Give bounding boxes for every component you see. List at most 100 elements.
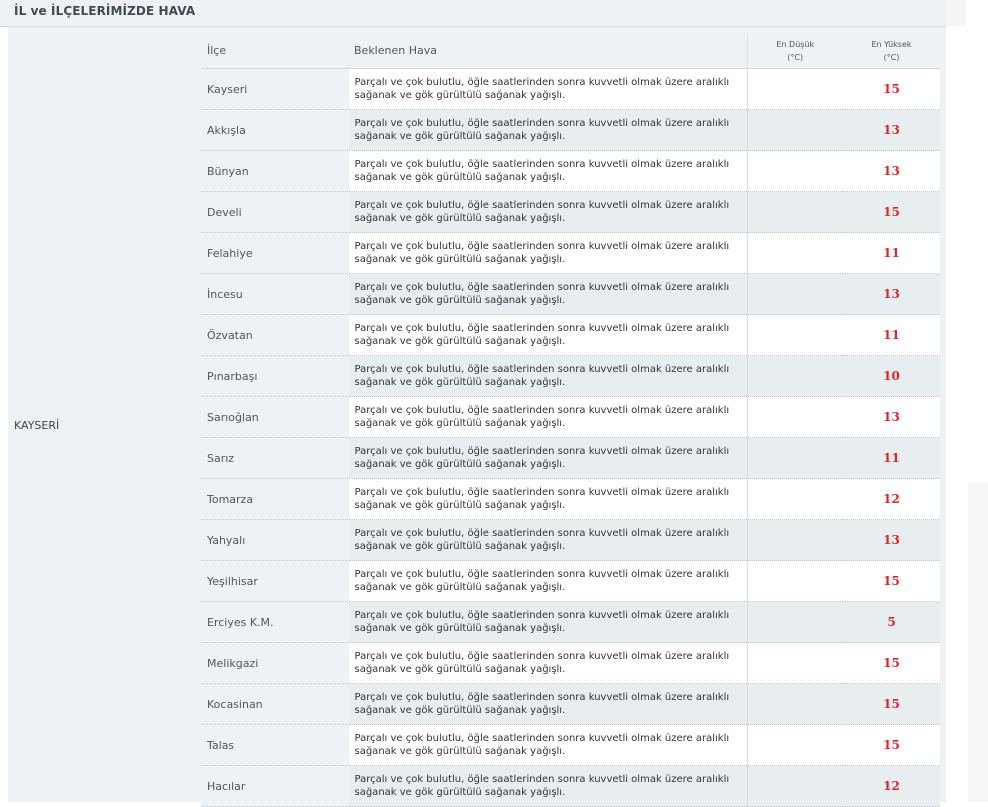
min-temp-cell [746,724,843,766]
max-temp-cell: 11 [843,437,940,479]
min-temp-cell [746,273,843,315]
max-temp-cell: 15 [843,724,940,766]
table-row: Pınarbaşı Parçalı ve çok bulutlu, öğle sa… [201,355,940,397]
table-row: Özvatan Parçalı ve çok bulutlu, öğle saat… [201,314,940,356]
table-header-row: İlçe Beklenen Hava En Düşük (°C) En Yüks… [201,33,940,69]
right-strip-top [946,0,966,26]
min-temp-cell [746,68,843,110]
province-name: KAYSERİ [14,419,60,432]
forecast-cell: Parçalı ve çok bulutlu, öğle saatlerinde… [347,150,747,192]
forecast-cell: Parçalı ve çok bulutlu, öğle saatlerinde… [347,519,747,561]
forecast-cell: Parçalı ve çok bulutlu, öğle saatlerinde… [347,683,747,725]
max-temp-cell: 13 [843,396,940,438]
forecast-cell: Parçalı ve çok bulutlu, öğle saatlerinde… [347,232,747,274]
min-temp-cell [746,642,843,684]
min-temp-cell [746,437,843,479]
min-temp-cell [746,601,843,643]
min-temp-cell [746,519,843,561]
max-temp-cell: 13 [843,109,940,151]
forecast-cell: Parçalı ve çok bulutlu, öğle saatlerinde… [347,109,747,151]
table-row: Talas Parçalı ve çok bulutlu, öğle saatle… [201,724,940,766]
table-row: Tomarza Parçalı ve çok bulutlu, öğle saat… [201,478,940,520]
table-row: Yeşilhisar Parçalı ve çok bulutlu, öğle s… [201,560,940,602]
district-cell: Sarız [201,437,348,479]
max-temp-cell: 15 [843,560,940,602]
table-row: Hacılar Parçalı ve çok bulutlu, öğle saat… [201,765,940,807]
column-header-min-label: En Düşük [776,39,815,49]
max-temp-cell: 11 [843,314,940,356]
column-header-forecast: Beklenen Hava [348,33,747,69]
column-header-district: İlçe [201,33,348,69]
min-temp-cell [746,396,843,438]
forecast-cell: Parçalı ve çok bulutlu, öğle saatlerinde… [347,355,747,397]
district-cell: Yeşilhisar [201,560,348,602]
district-cell: Kayseri [201,68,348,110]
district-cell: Felahiye [201,232,348,274]
table-row: Bünyan Parçalı ve çok bulutlu, öğle saatl… [201,150,940,192]
min-temp-cell [746,478,843,520]
district-cell: Kocasinan [201,683,348,725]
max-temp-cell: 12 [843,765,940,807]
min-temp-cell [746,765,843,807]
district-cell: Pınarbaşı [201,355,348,397]
forecast-cell: Parçalı ve çok bulutlu, öğle saatlerinde… [347,765,747,807]
forecast-cell: Parçalı ve çok bulutlu, öğle saatlerinde… [347,478,747,520]
min-temp-cell [746,232,843,274]
right-strip [968,483,988,802]
max-temp-cell: 15 [843,642,940,684]
forecast-cell: Parçalı ve çok bulutlu, öğle saatlerinde… [347,437,747,479]
column-header-min-unit: (°C) [787,52,804,62]
weather-table: İlçe Beklenen Hava En Düşük (°C) En Yüks… [201,33,940,807]
max-temp-cell: 13 [843,273,940,315]
min-temp-cell [746,150,843,192]
forecast-cell: Parçalı ve çok bulutlu, öğle saatlerinde… [347,396,747,438]
max-temp-cell: 12 [843,478,940,520]
column-header-max-unit: (°C) [883,52,900,62]
page-header: İL ve İLÇELERİMİZDE HAVA [0,0,946,27]
max-temp-cell: 15 [843,191,940,233]
table-row: Erciyes K.M. Parçalı ve çok bulutlu, öğle… [201,601,940,643]
page-title: İL ve İLÇELERİMİZDE HAVA [14,4,196,18]
forecast-cell: Parçalı ve çok bulutlu, öğle saatlerinde… [347,191,747,233]
forecast-cell: Parçalı ve çok bulutlu, öğle saatlerinde… [347,724,747,766]
table-row: Felahiye Parçalı ve çok bulutlu, öğle saa… [201,232,940,274]
district-cell: İncesu [201,273,348,315]
max-temp-cell: 10 [843,355,940,397]
table-row: Sarıoğlan Parçalı ve çok bulutlu, öğle sa… [201,396,940,438]
min-temp-cell [746,109,843,151]
forecast-cell: Parçalı ve çok bulutlu, öğle saatlerinde… [347,560,747,602]
max-temp-cell: 11 [843,232,940,274]
district-cell: Talas [201,724,348,766]
column-header-max: En Yüksek (°C) [843,33,940,69]
table-row: Yahyalı Parçalı ve çok bulutlu, öğle saat… [201,519,940,561]
district-cell: Develi [201,191,348,233]
table-body: Kayseri Parçalı ve çok bulutlu, öğle saat… [201,68,940,807]
table-row: Kocasinan Parçalı ve çok bulutlu, öğle sa… [201,683,940,725]
max-temp-cell: 13 [843,150,940,192]
forecast-cell: Parçalı ve çok bulutlu, öğle saatlerinde… [347,642,747,684]
min-temp-cell [746,560,843,602]
max-temp-cell: 5 [843,601,940,643]
max-temp-cell: 15 [843,68,940,110]
district-cell: Bünyan [201,150,348,192]
district-cell: Melikgazi [201,642,348,684]
district-cell: Tomarza [201,478,348,520]
table-row: Develi Parçalı ve çok bulutlu, öğle saatl… [201,191,940,233]
column-header-max-label: En Yüksek [871,39,912,49]
table-row: Sarız Parçalı ve çok bulutlu, öğle saatle… [201,437,940,479]
max-temp-cell: 13 [843,519,940,561]
table-row: Melikgazi Parçalı ve çok bulutlu, öğle sa… [201,642,940,684]
forecast-cell: Parçalı ve çok bulutlu, öğle saatlerinde… [347,68,747,110]
table-row: Kayseri Parçalı ve çok bulutlu, öğle saat… [201,68,940,110]
max-temp-cell: 15 [843,683,940,725]
district-cell: Erciyes K.M. [201,601,348,643]
min-temp-cell [746,683,843,725]
column-header-min: En Düşük (°C) [746,33,843,69]
district-cell: Özvatan [201,314,348,356]
table-row: İncesu Parçalı ve çok bulutlu, öğle saatl… [201,273,940,315]
forecast-cell: Parçalı ve çok bulutlu, öğle saatlerinde… [347,273,747,315]
min-temp-cell [746,355,843,397]
forecast-cell: Parçalı ve çok bulutlu, öğle saatlerinde… [347,314,747,356]
min-temp-cell [746,314,843,356]
district-cell: Sarıoğlan [201,396,348,438]
